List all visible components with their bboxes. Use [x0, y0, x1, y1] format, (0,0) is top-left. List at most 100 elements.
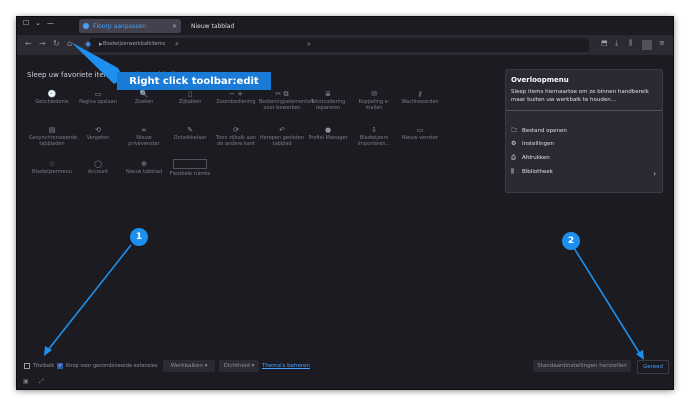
- account-icon: ◯: [94, 160, 102, 168]
- menu-icon[interactable]: ≡: [659, 39, 665, 47]
- floorp-favicon-icon: [83, 23, 89, 29]
- overflow-menu-title: Overloopmenu: [511, 76, 569, 84]
- palette-item[interactable]: 🕘 Geschiedenis: [29, 89, 75, 105]
- tab-customize[interactable]: Floorp aanpassen ✕: [79, 19, 181, 33]
- overflow-menu-item[interactable]: ⫼ Bibliotheek: [511, 168, 553, 176]
- print-page-icon: ▭: [94, 90, 102, 98]
- overflow-menu-item[interactable]: ⎙ Afdrukken: [511, 154, 550, 162]
- bookmarks-toolbar-items: Bladwijzerwerkbalkitems: [103, 41, 166, 47]
- overflow-menu-item-label: Afdrukken: [522, 155, 550, 161]
- palette-item[interactable]: ⇩ Bladwijzers importeren...: [351, 125, 397, 147]
- url-search-icon[interactable]: ⌕: [175, 40, 179, 49]
- urlbar-search-icon[interactable]: ⌕: [307, 40, 311, 49]
- back-icon[interactable]: ←: [25, 39, 32, 48]
- overflow-menu-divider: [506, 110, 662, 111]
- palette-item[interactable]: ▤ Gesynchroniseerde tabbladen: [29, 125, 77, 147]
- tab-new-label: Nieuw tabblad: [191, 22, 235, 30]
- text-encoding-icon: ≣: [325, 90, 331, 98]
- palette-item-label: Nieuw venster: [402, 135, 438, 141]
- palette-item-label: Koppeling e-mailen: [358, 99, 390, 111]
- folder-icon: 🗀: [511, 127, 518, 134]
- palette-item-label: Vergeten: [86, 135, 110, 141]
- titlebar-checkbox[interactable]: [24, 363, 30, 369]
- palette-item[interactable]: ▭ Pagina opslaan: [75, 89, 121, 105]
- palette-item[interactable]: ▭ Nieuw venster: [397, 125, 443, 141]
- palette-item[interactable]: Flexibele ruimte: [167, 159, 213, 177]
- bookmarks-icon[interactable]: ⫼: [629, 39, 632, 48]
- palette-item[interactable]: ⊕ Nieuw tabblad: [121, 159, 167, 175]
- new-window-icon: ▭: [416, 126, 424, 134]
- palette-item-label: Account: [87, 169, 109, 175]
- toolbars-button[interactable]: Werkbalken ▾: [163, 360, 215, 372]
- palette-item[interactable]: ◯ Account: [75, 159, 121, 175]
- palette-item[interactable]: ⟳ Toon zijbalk aan de andere kant: [213, 125, 259, 147]
- titlebar-label: Titelbalk: [33, 363, 55, 369]
- tab-bar: ☐ ⌄ — Floorp aanpassen ✕ Nieuw tabblad: [17, 17, 673, 35]
- overflow-menu-panel[interactable]: Overloopmenu Sleep items hiernaartoe om …: [505, 69, 663, 193]
- extensions-icon[interactable]: ⬒: [601, 39, 608, 47]
- gear-icon: ⚙: [511, 140, 517, 147]
- palette-item[interactable]: ↶ Heropen gesloten tabblad: [259, 125, 305, 147]
- site-info-icon[interactable]: ◉: [85, 40, 91, 48]
- private-window-icon: ∞: [141, 126, 147, 134]
- tab-new[interactable]: Nieuw tabblad: [187, 19, 297, 33]
- overflow-button[interactable]: [642, 40, 652, 50]
- palette-item[interactable]: ☆ Bladwijzermenu: [29, 159, 75, 175]
- palette-item[interactable]: ▯ Zijbalken: [167, 89, 213, 105]
- chevron-right-icon: ›: [653, 170, 656, 178]
- palette-item-label: Flexibele ruimte: [169, 171, 211, 177]
- palette-item[interactable]: ∞ Nieuw privévenster: [121, 125, 167, 147]
- palette-item[interactable]: ✉ Koppeling e-mailen: [351, 89, 397, 111]
- tab-customize-label: Floorp aanpassen: [93, 22, 147, 30]
- reload-icon[interactable]: ↻: [53, 39, 60, 48]
- palette-item[interactable]: ● Profiel Manager: [305, 125, 351, 141]
- palette-item-label: Bladwijzers importeren...: [357, 135, 391, 147]
- palette-item[interactable]: − + Zoombediening: [213, 89, 259, 105]
- minimize-icon[interactable]: —: [47, 19, 54, 27]
- profile-manager-icon: ●: [324, 126, 332, 134]
- palette-item[interactable]: ⚷ Wachtwoorden: [397, 89, 443, 105]
- fullscreen-icon[interactable]: ⤢: [39, 378, 44, 386]
- palette-item-label: Profiel Manager: [308, 135, 348, 141]
- palette-item[interactable]: ⟲ Vergeten: [75, 125, 121, 141]
- status-bar: ▣ ⤢: [17, 375, 673, 389]
- home-icon[interactable]: ⌂: [67, 39, 72, 48]
- sidebar-toggle-icon[interactable]: ▣: [23, 378, 29, 385]
- overflow-menu-item-label: Bibliotheek: [522, 169, 553, 175]
- bookmark-folder-icon: ▸: [99, 40, 103, 48]
- palette-item[interactable]: ≣ Tekstcodering repareren: [305, 89, 351, 111]
- palette-item-label: Ontwikkelaar: [173, 135, 207, 141]
- manage-themes-link[interactable]: Thema's beheren: [262, 363, 310, 369]
- restore-defaults-button[interactable]: Standaardinstellingen herstellen: [533, 360, 631, 372]
- compact-checkbox[interactable]: ✓: [57, 363, 63, 369]
- palette-item[interactable]: ✂ ⧉ Bedieningselementen voor bewerken: [259, 89, 314, 111]
- forget-icon: ⟲: [95, 126, 101, 134]
- overflow-menu-item-label: Bestand openen: [522, 128, 567, 134]
- palette-item-label: Zoombediening: [216, 99, 256, 105]
- toggle-sidebar-icon: ⟳: [233, 126, 239, 134]
- overflow-menu-item[interactable]: ⚙ Instellingen: [511, 140, 554, 147]
- done-button[interactable]: Gereed: [637, 360, 669, 374]
- palette-item-label: Wachtwoorden: [401, 99, 439, 105]
- edit-controls-icon: ✂ ⧉: [275, 90, 289, 98]
- bookmarks-menu-icon: ☆: [48, 160, 56, 168]
- window-menu-icon[interactable]: ☐: [23, 19, 29, 27]
- palette-item-label: Tekstcodering repareren: [310, 99, 346, 111]
- search-icon: 🔍: [139, 90, 149, 98]
- navigation-toolbar[interactable]: ← → ↻ ⌂ ◉ Bladwijzerwerkbalkitems ▸ ⌕ ⌕ …: [17, 35, 673, 55]
- url-bar[interactable]: ◉ Bladwijzerwerkbalkitems ▸ ⌕ ⌕: [85, 38, 589, 52]
- palette-item-label: Bladwijzermenu: [32, 169, 72, 175]
- overflow-menu-item[interactable]: 🗀 Bestand openen: [511, 126, 567, 136]
- new-tab-icon: ⊕: [141, 160, 147, 168]
- palette-item[interactable]: ✎ Ontwikkelaar: [167, 125, 213, 141]
- palette-item-label: Nieuw privévenster: [128, 135, 160, 147]
- close-tab-icon[interactable]: ✕: [172, 23, 177, 30]
- forward-icon[interactable]: →: [39, 39, 46, 48]
- density-button[interactable]: Dichtheid ▾: [219, 360, 259, 372]
- palette-item[interactable]: 🔍 Zoeken: [121, 89, 167, 105]
- downloads-icon[interactable]: ⤓: [615, 39, 618, 48]
- tab-list-icon[interactable]: ⌄: [35, 19, 41, 27]
- palette-item-label: Toon zijbalk aan de andere kant: [216, 135, 256, 147]
- printer-icon: ⎙: [511, 154, 516, 161]
- import-bookmarks-icon: ⇩: [371, 126, 377, 134]
